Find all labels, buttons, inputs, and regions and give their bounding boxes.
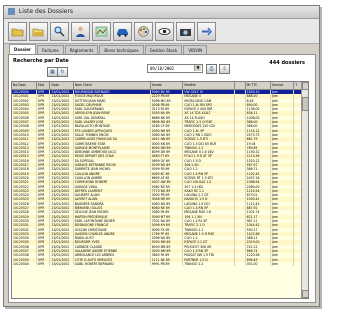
title-bar: Liste des Dossiers [4, 6, 319, 19]
table-cell: Jam [270, 261, 295, 267]
map-icon[interactable] [92, 21, 111, 41]
table-cell: OPR [36, 261, 51, 267]
car-icon[interactable] [113, 21, 132, 41]
vertical-scrollbar[interactable] [301, 82, 308, 298]
export-button[interactable]: ⇩ [219, 64, 230, 74]
dossier-table: No Doss Etat Date Nom Client Immat Modèle Mt T… [11, 81, 309, 299]
table-cell: 301.00 [245, 261, 272, 267]
exit-icon[interactable] [197, 21, 216, 41]
dossier-panel: Recherche par Date 444 dossiers ▦ ↻ 09/1… [8, 54, 316, 303]
scroll-thumb[interactable] [302, 97, 308, 111]
column-header[interactable]: Etat [36, 82, 51, 90]
palette-icon[interactable] [134, 21, 153, 41]
table-cell: 9991 PB 69 [150, 261, 184, 267]
search-title: Recherche par Date [13, 58, 69, 64]
column-header[interactable]: Nom Client [73, 82, 151, 90]
refresh-button[interactable]: ↻ [57, 67, 68, 77]
camera-icon[interactable] [176, 21, 195, 41]
table-cell: 23/01/2002 [49, 261, 74, 267]
window-title: Liste des Dossiers [18, 8, 74, 15]
table-cell: GABIL ROBERT BERNARD [73, 261, 151, 267]
dossier-count: 444 dossiers [269, 60, 305, 66]
search-icon[interactable] [50, 21, 69, 41]
toolbar [4, 19, 319, 44]
column-header[interactable]: Service [270, 82, 295, 90]
app-icon [8, 8, 15, 15]
column-header[interactable]: Date [49, 82, 74, 90]
table-cell: 10120540 [12, 261, 37, 267]
column-header[interactable]: Mt TTC [245, 82, 272, 90]
app-window: Liste des Dossiers Dossier Factures Règl… [3, 5, 320, 307]
scroll-down-icon[interactable] [302, 290, 308, 298]
column-header[interactable] [234, 82, 246, 90]
table-cell [234, 261, 246, 267]
table-cell: TWINGO 1.2 [182, 261, 236, 267]
column-header[interactable]: No Doss [12, 82, 37, 90]
print-button[interactable]: ⎙ [206, 64, 217, 74]
scroll-up-icon[interactable] [302, 82, 308, 90]
table-header: No Doss Etat Date Nom Client Immat Modèle Mt T… [12, 82, 308, 90]
chevron-down-icon[interactable]: ▼ [194, 65, 201, 71]
table-row[interactable]: 10120540 OPR 23/01/2002 GABIL ROBERT BERNAR… [12, 261, 308, 267]
user-icon[interactable] [71, 21, 90, 41]
column-header[interactable]: Immat [150, 82, 184, 90]
folder-icon[interactable] [8, 21, 27, 41]
folder-open-icon[interactable] [29, 21, 48, 41]
column-header[interactable]: Modèle [182, 82, 236, 90]
eye-icon[interactable] [155, 21, 174, 41]
